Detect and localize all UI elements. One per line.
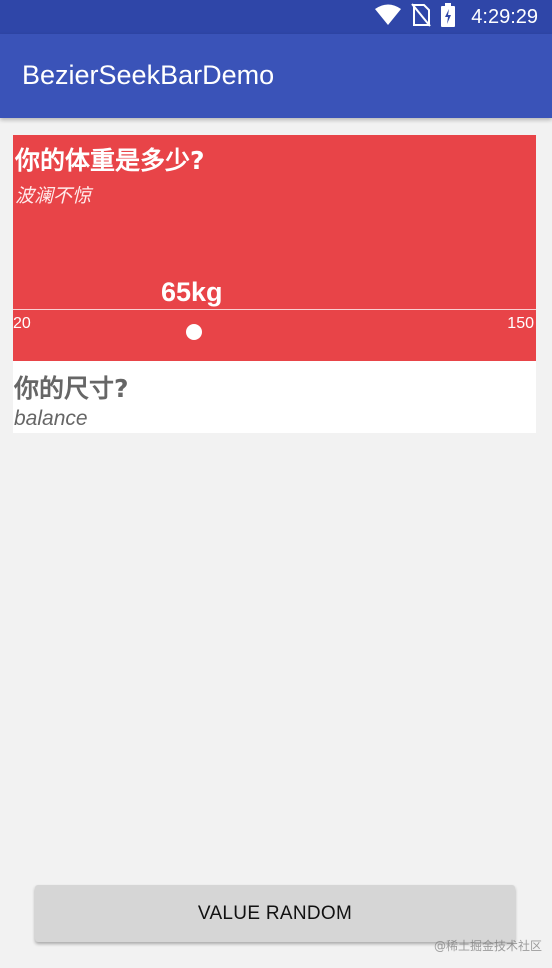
app-title: BezierSeekBarDemo	[22, 60, 275, 90]
weight-seekbar-card[interactable]: 你的体重是多少? 波澜不惊 65kg 20 150	[13, 135, 536, 361]
app-bar: BezierSeekBarDemo	[0, 34, 552, 118]
value-random-button[interactable]: VALUE RANDOM	[35, 885, 515, 942]
size-question: 你的尺寸?	[14, 374, 129, 403]
weight-min-label: 20	[13, 315, 31, 332]
no-sim-icon	[411, 3, 432, 31]
weight-max-label: 150	[507, 315, 534, 332]
weight-value-label: 65kg	[161, 277, 223, 307]
wifi-icon	[375, 4, 402, 30]
status-time: 4:29:29	[471, 5, 538, 28]
status-icons: 4:29:29	[375, 3, 538, 31]
weight-subtitle: 波澜不惊	[15, 185, 92, 207]
size-seekbar-card[interactable]: 你的尺寸? balance	[13, 361, 536, 433]
status-bar: 4:29:29	[0, 0, 552, 34]
size-subtitle: balance	[14, 407, 88, 430]
battery-charging-icon	[441, 3, 456, 31]
weight-seekbar-thumb[interactable]	[186, 324, 203, 340]
watermark: @稀土掘金技术社区	[433, 939, 542, 953]
weight-question: 你的体重是多少?	[15, 146, 205, 175]
weight-seekbar-track[interactable]	[13, 309, 536, 310]
